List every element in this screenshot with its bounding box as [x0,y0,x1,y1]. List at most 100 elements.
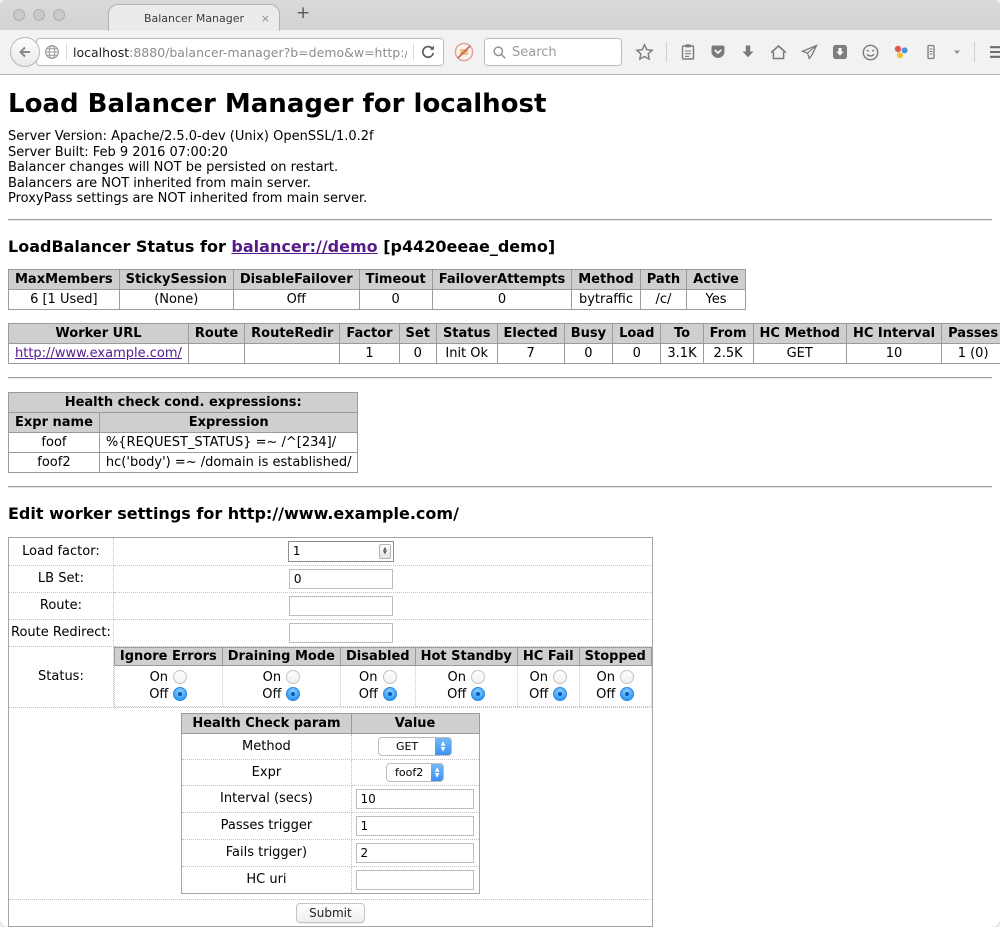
reading-list-button[interactable] [679,43,697,61]
col-failoverattempts: FailoverAttempts [432,269,572,289]
back-button[interactable] [10,37,40,67]
tab-close-icon[interactable]: × [261,12,270,25]
off-label: Off [596,686,615,703]
new-tab-button[interactable]: + [296,3,310,23]
status-label: Status: [9,646,114,707]
worker-url-link[interactable]: http://www.example.com/ [15,346,182,361]
hc-expr-selected-value: foof2 [387,764,431,781]
val-passes: 1 (0) [942,343,1000,363]
load-factor-input[interactable] [289,544,379,558]
hc-fails-input[interactable] [356,843,474,863]
ignore-errors-off-radio[interactable] [173,687,187,701]
send-tab-button[interactable] [800,43,819,62]
route-redirect-input[interactable] [289,623,393,643]
hot-standby-off-radio[interactable] [471,687,485,701]
download-arrow-icon [739,43,757,61]
disabled-off-radio[interactable] [383,687,397,701]
search-icon [492,45,507,60]
extension-download-button[interactable] [831,43,849,61]
overflow-caret-button[interactable] [952,47,962,57]
col-set: Set [399,323,436,343]
hc-expr-select[interactable]: foof2▲▼ [386,763,444,782]
zoom-window-button[interactable] [53,9,65,21]
hc-uri-input[interactable] [356,870,474,890]
search-bar[interactable]: Search [484,38,622,66]
server-version-line: Server Version: Apache/2.5.0-dev (Unix) … [8,129,992,145]
health-check-params-row: Health Check param Value Method GET▲▼ Ex… [9,707,653,899]
draining-mode-on-radio[interactable] [286,670,300,684]
feedback-button[interactable] [861,43,880,62]
bookmark-star-button[interactable] [635,43,654,62]
ignore-errors-on-radio[interactable] [173,670,187,684]
pocket-icon [709,43,727,61]
off-label: Off [529,686,548,703]
stopped-on-radio[interactable] [620,670,634,684]
route-input[interactable] [289,596,393,616]
val-stickysession: (None) [119,289,233,309]
lb-set-row: LB Set: [9,565,653,592]
val-disablefailover: Off [233,289,359,309]
hc-passes-input[interactable] [356,816,474,836]
close-window-button[interactable] [13,9,25,21]
hc-fail-radios: On Off [517,665,579,706]
col-routeredir: RouteRedir [245,323,340,343]
on-label: On [597,669,615,686]
hc-fail-off-radio[interactable] [553,687,567,701]
downloads-button[interactable] [739,43,757,61]
col-hc-fail: HC Fail [517,647,579,665]
select-chevrons-icon: ▲▼ [435,738,451,755]
draining-mode-off-radio[interactable] [286,687,300,701]
paper-plane-icon [800,43,819,62]
on-label: On [263,669,281,686]
page-tools-button[interactable] [922,43,940,61]
back-arrow-icon [17,44,33,60]
url-bar[interactable]: localhost:8880/balancer-manager?b=demo&w… [36,38,444,66]
edit-worker-form: Load factor: ▲▼ LB Set: Route: Route Red… [8,537,653,927]
val-factor: 1 [340,343,399,363]
val-to: 3.1K [661,343,703,363]
hc-fail-on-radio[interactable] [553,670,567,684]
hot-standby-on-radio[interactable] [471,670,485,684]
home-button[interactable] [769,43,788,62]
expr-value-foof: %{REQUEST_STATUS} =~ /^[234]/ [99,432,358,452]
lb-set-input[interactable] [289,569,393,589]
menu-button[interactable] [987,42,1000,62]
hc-method-row: Method GET▲▼ [182,733,479,759]
loadbalancer-status-heading: LoadBalancer Status for balancer://demo … [8,237,992,256]
submit-button[interactable]: Submit [296,903,365,923]
reload-button[interactable] [420,44,436,60]
adblock-extension-button[interactable] [892,43,910,61]
route-redirect-row: Route Redirect: [9,619,653,646]
hc-fails-row: Fails trigger) [182,839,479,866]
stopped-off-radio[interactable] [620,687,634,701]
disabled-on-radio[interactable] [383,670,397,684]
minimize-window-button[interactable] [33,9,45,21]
navigation-toolbar: localhost:8880/balancer-manager?b=demo&w… [0,30,1000,75]
load-factor-row: Load factor: ▲▼ [9,537,653,565]
tab-balancer-manager[interactable]: Balancer Manager × [108,4,280,31]
square-download-icon [831,43,849,61]
browser-window: Balancer Manager × + localhost:8880/bala… [0,0,1000,927]
col-elected: Elected [497,323,564,343]
hc-interval-input[interactable] [356,789,474,809]
hc-expr-row: Expr foof2▲▼ [182,759,479,785]
health-check-param-table: Health Check param Value Method GET▲▼ Ex… [181,713,479,894]
col-path: Path [640,269,686,289]
hc-method-select[interactable]: GET▲▼ [378,737,452,756]
pocket-button[interactable] [709,43,727,61]
lb-set-label: LB Set: [9,565,114,592]
val-timeout: 0 [359,289,432,309]
number-stepper-icon[interactable]: ▲▼ [379,544,391,559]
val-failoverattempts: 0 [432,289,572,309]
col-active: Active [687,269,746,289]
divider [8,486,992,488]
on-label: On [150,669,168,686]
col-draining-mode: Draining Mode [222,647,340,665]
url-input[interactable]: localhost:8880/balancer-manager?b=demo&w… [73,45,407,60]
hc-method-selected-value: GET [379,738,435,755]
balancer-demo-link[interactable]: balancer://demo [231,237,377,256]
toolbar-icons [635,42,1000,63]
content-blocker-button[interactable] [453,41,475,63]
hc-uri-label: HC uri [182,866,351,893]
url-path: :8880/balancer-manager?b=demo&w=http://w… [129,45,407,60]
